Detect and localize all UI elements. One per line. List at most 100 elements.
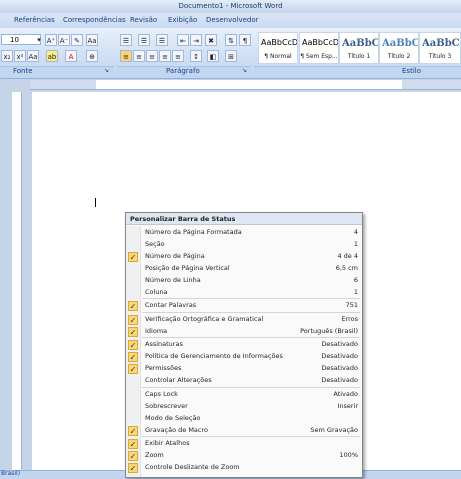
style-name: Título 2 (387, 53, 411, 60)
group-label-paragraph: Parágrafo (166, 67, 200, 75)
char-border-icon[interactable]: ⊕ (86, 50, 98, 62)
clear-format-icon[interactable]: ✎ (71, 34, 83, 46)
menu-item-value: Desativado (321, 376, 358, 384)
font-dialog-launcher-icon[interactable]: ↘ (104, 67, 109, 74)
menu-item-label: Permissões (145, 364, 182, 372)
menu-item[interactable]: Sobrescrever Inserir (126, 401, 362, 413)
group-label-styles: Estilo (402, 67, 421, 75)
menu-item-label: Verificação Ortográfica e Gramatical (145, 315, 264, 323)
text-effect-icon[interactable]: Aa (27, 50, 39, 62)
style-sample: AaBbCc (382, 38, 418, 49)
menu-item[interactable]: Posição de Página Vertical 6,5 cm (126, 263, 362, 275)
menu-item-label: Sobrescrever (145, 402, 188, 410)
increase-indent-icon[interactable]: ⇥ (190, 34, 202, 46)
style-no-spacing[interactable]: AaBbCcDc ¶ Sem Esp... (299, 32, 339, 64)
menu-item[interactable]: ✓ Idioma Português (Brasil) (126, 326, 362, 338)
menu-item-label: Contar Palavras (145, 301, 197, 309)
align-right-icon[interactable]: ≡ (146, 50, 158, 62)
menu-separator (142, 312, 360, 313)
menu-item[interactable]: ✓ Contar Palavras 751 (126, 300, 362, 312)
menu-item-value: 751 (345, 301, 358, 309)
menu-item[interactable]: Número da Página Formatada 4 (126, 227, 362, 239)
menu-item[interactable]: ✓ Permissões Desativado (126, 363, 362, 375)
menu-item[interactable]: ✓ Controle Deslizante de Zoom (126, 462, 362, 474)
menu-item[interactable]: ✓ Número de Página 4 de 4 (126, 251, 362, 263)
menu-item[interactable]: ✓ Política de Gerenciamento de Informaçõe… (126, 351, 362, 363)
numbering-icon[interactable]: ☰ (138, 34, 150, 46)
highlight-icon[interactable]: ab (46, 50, 58, 62)
asian-layout-icon[interactable]: ✖ (205, 34, 217, 46)
superscript-icon[interactable]: x² (14, 50, 26, 62)
checkmark-icon: ✓ (128, 301, 138, 311)
ribbon-tabs: Referências Correspondências Revisão Exi… (0, 13, 461, 28)
status-language[interactable]: Brasil) (1, 470, 20, 477)
shading-icon[interactable]: ◧ (207, 50, 219, 62)
tab-desenvolvedor[interactable]: Desenvolvedor (206, 15, 259, 26)
align-left-icon[interactable]: ≡ (120, 50, 132, 62)
menu-item-value: Erros (341, 315, 358, 323)
justify-icon[interactable]: ≡ (159, 50, 171, 62)
menu-item-value: 6 (353, 276, 358, 284)
menu-item[interactable]: ✓ Verificação Ortográfica e Gramatical Err… (126, 314, 362, 326)
tab-exibicao[interactable]: Exibição (168, 15, 197, 26)
menu-item[interactable]: Coluna 1 (126, 287, 362, 299)
menu-item-label: Caps Lock (145, 390, 178, 398)
borders-icon[interactable]: ⊞ (225, 50, 237, 62)
paragraph-dialog-launcher-icon[interactable]: ↘ (242, 67, 247, 74)
menu-item-value: 100% (339, 451, 358, 459)
menu-item[interactable]: ✓ Exibir Atalhos (126, 438, 362, 450)
distributed-icon[interactable]: ≡ (172, 50, 184, 62)
menu-item[interactable]: Caps Lock Ativado (126, 389, 362, 401)
show-marks-icon[interactable]: ¶ (239, 34, 251, 46)
bullets-icon[interactable]: ☰ (120, 34, 132, 46)
menu-item[interactable]: Número de Linha 6 (126, 275, 362, 287)
menu-item[interactable]: ✓ Zoom 100% (126, 450, 362, 462)
decrease-indent-icon[interactable]: ⇤ (177, 34, 189, 46)
menu-item-value: Inserir (337, 402, 358, 410)
sort-icon[interactable]: ⇅ (225, 34, 237, 46)
tab-correspondencias[interactable]: Correspondências (63, 15, 126, 26)
menu-item[interactable]: Controlar Alterações Desativado (126, 375, 362, 387)
align-center-icon[interactable]: ≡ (133, 50, 145, 62)
checkmark-icon: ✓ (128, 352, 138, 362)
style-heading-3[interactable]: AaBbC Título 3 (419, 32, 461, 64)
grow-font-icon[interactable]: A⁺ (45, 34, 57, 46)
style-name: ¶ Normal (264, 53, 292, 60)
ruler-margin-right (402, 80, 461, 89)
font-color-icon[interactable]: A (65, 50, 77, 62)
horizontal-ruler[interactable] (30, 80, 461, 90)
tab-referencias[interactable]: Referências (14, 15, 55, 26)
menu-item-label: Zoom (145, 451, 164, 459)
menu-item[interactable]: ✓ Assinaturas Desativado (126, 339, 362, 351)
menu-item-value: 6,5 cm (335, 264, 358, 272)
font-size-dropdown-icon[interactable]: ▾ (33, 34, 45, 46)
menu-item-value: Sem Gravação (310, 426, 358, 434)
menu-item-label: Número da Página Formatada (145, 228, 242, 236)
line-spacing-icon[interactable]: ↕ (190, 50, 202, 62)
style-heading-1[interactable]: AaBbC( Título 1 (339, 32, 379, 64)
style-heading-2[interactable]: AaBbCc Título 2 (379, 32, 419, 64)
menu-item[interactable]: Modo de Seleção (126, 413, 362, 425)
checkmark-icon: ✓ (128, 252, 138, 262)
menu-separator (142, 387, 360, 388)
vertical-ruler[interactable] (12, 92, 22, 470)
style-name: Título 3 (428, 53, 452, 60)
window-title: Documento1 - Microsoft Word (0, 0, 461, 13)
tab-revisao[interactable]: Revisão (130, 15, 157, 26)
shrink-font-icon[interactable]: A⁻ (58, 34, 70, 46)
change-case-icon[interactable]: Aa (86, 34, 98, 46)
checkmark-icon: ✓ (128, 364, 138, 374)
menu-item[interactable]: Seção 1 (126, 239, 362, 251)
menu-item[interactable]: ✓ Gravação de Macro Sem Gravação (126, 425, 362, 437)
style-normal[interactable]: AaBbCcDc ¶ Normal (258, 32, 298, 64)
multilevel-list-icon[interactable]: ☰ (156, 34, 168, 46)
customize-status-bar-menu: Personalizar Barra de Status Número da P… (125, 212, 363, 478)
subscript-icon[interactable]: x₂ (1, 50, 13, 62)
menu-item-label: Número de Página (145, 252, 205, 260)
checkmark-icon: ✓ (128, 439, 138, 449)
menu-item-label: Número de Linha (145, 276, 201, 284)
style-sample: AaBbCcDc (261, 38, 297, 47)
text-cursor (95, 198, 96, 207)
menu-item-value: Desativado (321, 340, 358, 348)
menu-item-label: Assinaturas (145, 340, 183, 348)
